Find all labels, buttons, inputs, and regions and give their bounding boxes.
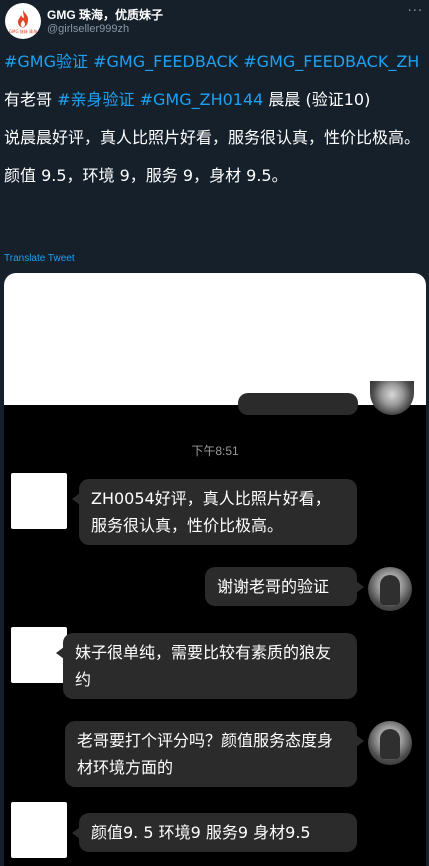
tweet-text: #GMG验证 #GMG_FEEDBACK #GMG_FEEDBACK_ZH 有老…	[4, 50, 424, 188]
chat-message: 谢谢老哥的验证	[205, 567, 364, 606]
hashtag-personal-verify[interactable]: #亲身验证	[57, 90, 134, 109]
hashtag-gmg-verify[interactable]: #GMG验证	[4, 52, 88, 71]
contact-avatar	[11, 473, 67, 529]
self-avatar-figure	[380, 729, 400, 759]
self-avatar	[368, 567, 412, 611]
chat-message: 老哥要打个评分吗？颜值服务态度身材环境方面的	[65, 721, 364, 787]
profile-avatar[interactable]: GMG 妹妹 珠海	[5, 3, 41, 39]
tweet-media-image[interactable]: 下午8:51 ZH0054好评，真人比照片好看，服务很认真，性价比极高。 谢谢老…	[4, 273, 426, 866]
avatar-logo-text: GMG 妹妹 珠海	[8, 28, 38, 34]
chat-message: 颜值9. 5 环境9 服务9 身材9.5	[72, 813, 357, 852]
flame-logo-icon	[18, 9, 29, 27]
hashtag-gmg-zh0144[interactable]: #GMG_ZH0144	[140, 90, 264, 109]
contact-avatar	[11, 802, 67, 858]
display-name[interactable]: GMG 珠海，优质妹子	[47, 6, 163, 23]
tweet-header: GMG 妹妹 珠海 GMG 珠海，优质妹子 @girlseller999zh ·…	[0, 0, 429, 44]
line2-prefix: 有老哥	[4, 90, 58, 109]
hashtag-gmg-feedback[interactable]: #GMG_FEEDBACK	[93, 52, 238, 71]
hashtag-line: #GMG验证 #GMG_FEEDBACK #GMG_FEEDBACK_ZH	[4, 50, 424, 74]
user-handle[interactable]: @girlseller999zh	[47, 23, 129, 35]
more-options-icon[interactable]: ···	[408, 4, 423, 19]
tweet-line-4: 颜值 9.5，环境 9，服务 9，身材 9.5。	[4, 166, 288, 185]
self-avatar-cropped	[370, 381, 414, 415]
line2-suffix: 晨晨 (验证10)	[263, 90, 371, 109]
self-avatar	[368, 721, 412, 765]
self-avatar-figure	[380, 575, 400, 605]
tweet-line-2: 有老哥 #亲身验证 #GMG_ZH0144 晨晨 (验证10)	[4, 88, 424, 112]
chat-message: 妹子很单纯，需要比较有素质的狼友约	[56, 633, 357, 699]
cropped-chat-bubble	[238, 393, 358, 415]
redacted-area	[4, 273, 426, 405]
chat-timestamp: 下午8:51	[191, 444, 239, 458]
hashtag-gmg-feedback-zh[interactable]: #GMG_FEEDBACK_ZH	[243, 52, 419, 71]
chat-message: ZH0054好评，真人比照片好看，服务很认真，性价比极高。	[72, 479, 357, 545]
translate-tweet-link[interactable]: Translate Tweet	[4, 253, 75, 264]
tweet-line-3: 说晨晨好评，真人比照片好看，服务很认真，性价比极高。	[4, 128, 421, 147]
